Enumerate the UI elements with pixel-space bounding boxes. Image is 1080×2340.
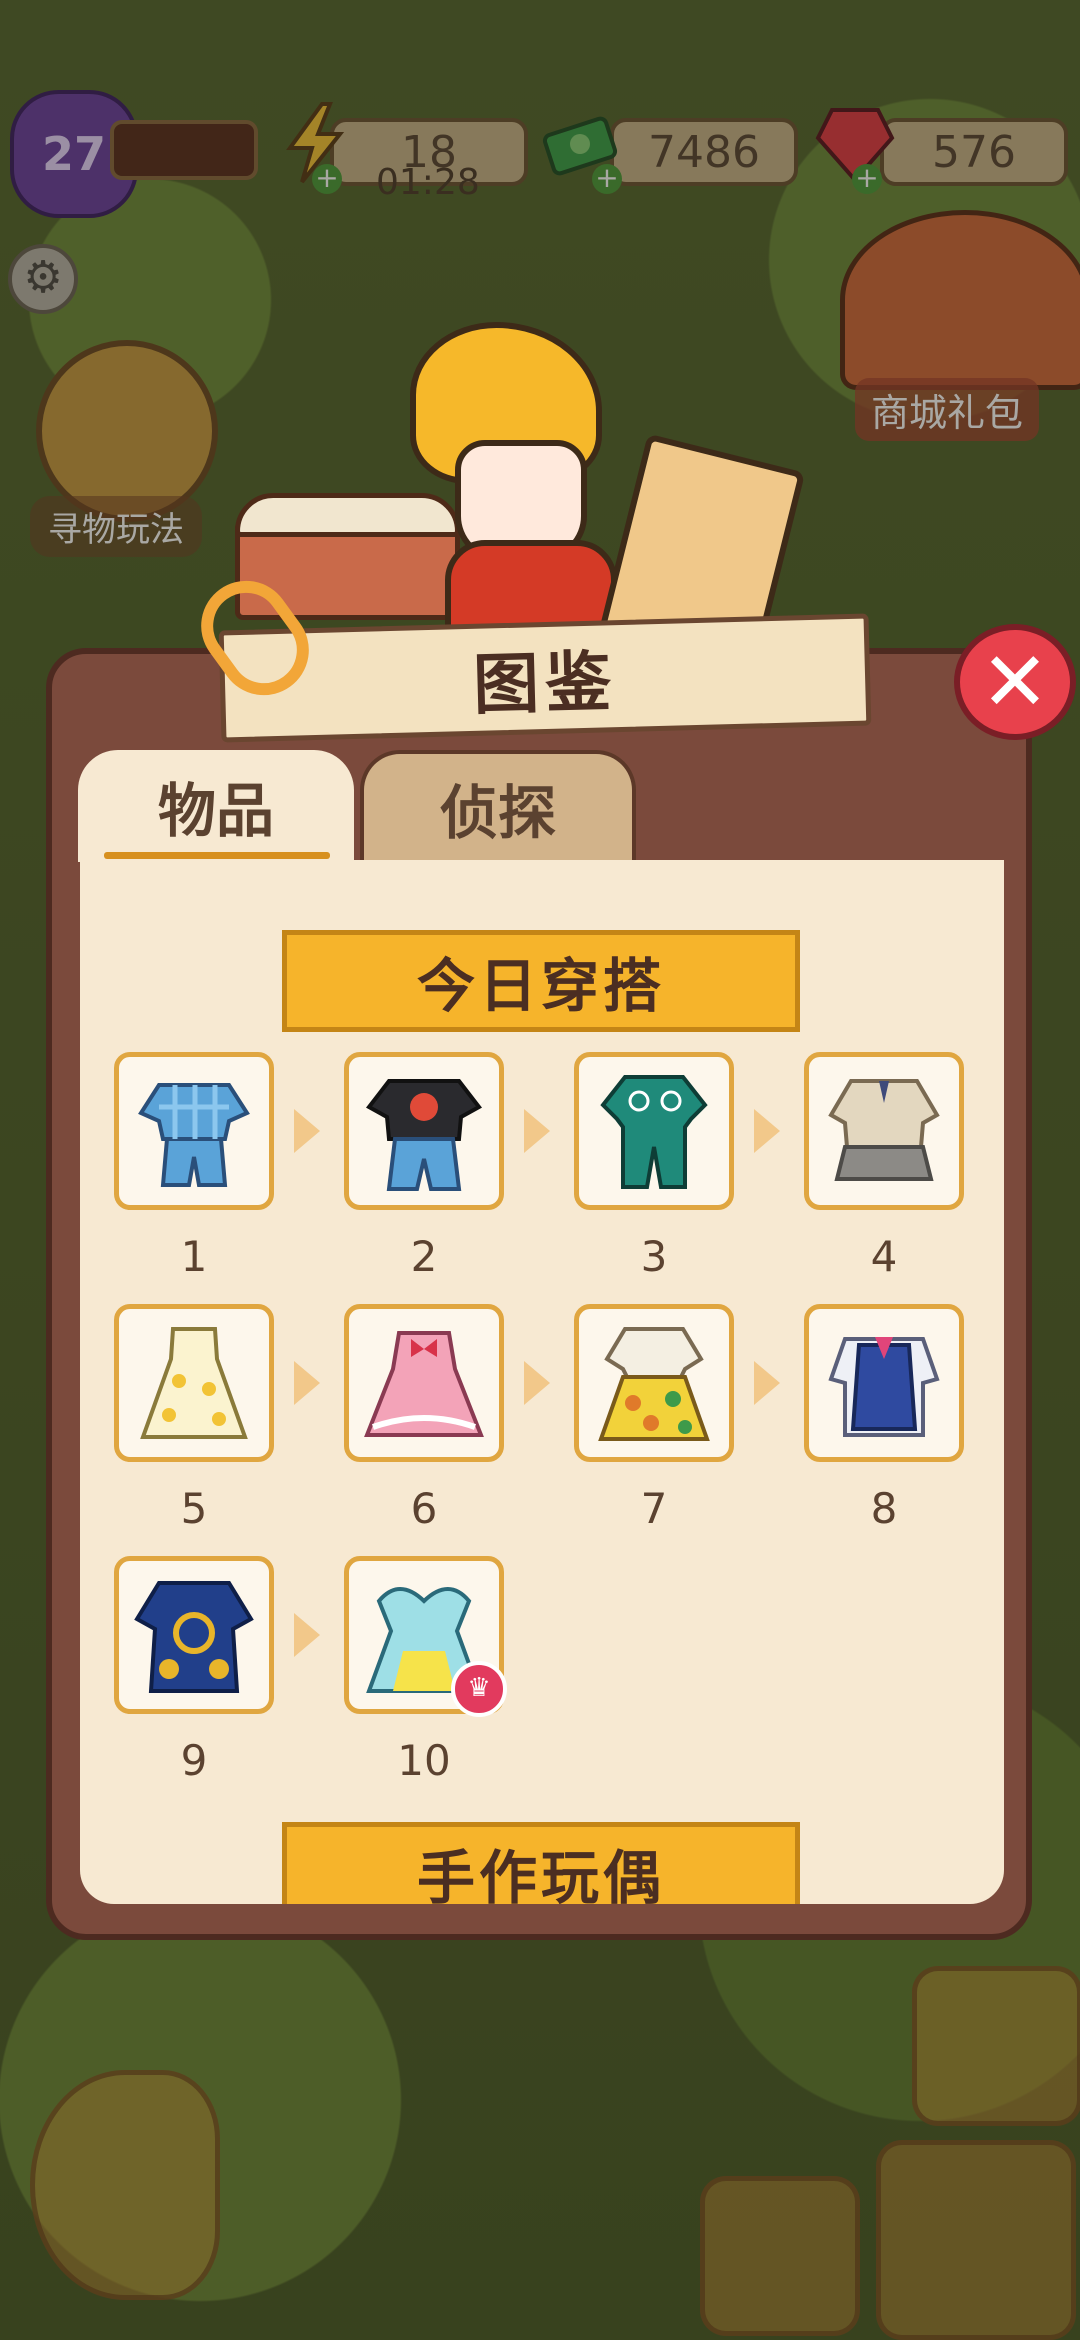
crown-icon: ♛ xyxy=(451,1661,507,1717)
outfit-slot-8[interactable] xyxy=(804,1304,964,1462)
section-title-outfits: 今日穿搭 xyxy=(416,952,665,1020)
section-banner-outfits: 今日穿搭 xyxy=(282,930,800,1032)
outfit-slot-1[interactable] xyxy=(114,1052,274,1210)
detective-character xyxy=(220,310,820,679)
outfit-number: 5 xyxy=(180,1484,208,1533)
close-button[interactable]: ✕ xyxy=(954,624,1076,740)
outfit-number: 7 xyxy=(640,1484,668,1533)
outfit-number: 3 xyxy=(640,1232,668,1281)
outfit-slot-10[interactable]: ♛ xyxy=(344,1556,507,1717)
close-icon: ✕ xyxy=(980,634,1050,730)
outfit-slot-9[interactable] xyxy=(114,1556,274,1714)
next-arrow-icon xyxy=(754,1109,780,1153)
outfit-slot-6[interactable] xyxy=(344,1304,504,1462)
outfit-number: 10 xyxy=(397,1736,451,1785)
pineapple-dress-icon xyxy=(140,1327,248,1439)
outfit-number: 2 xyxy=(410,1232,438,1281)
tab-items[interactable]: 物品 xyxy=(78,750,354,862)
active-tab-indicator xyxy=(104,852,330,859)
outfit-number: 4 xyxy=(870,1232,898,1281)
tab-detective-label: 侦探 xyxy=(439,779,556,847)
pink-lolita-dress-icon xyxy=(364,1331,484,1437)
outfit-number: 6 xyxy=(410,1484,438,1533)
blue-yellow-ethnic-robe-icon xyxy=(134,1581,254,1693)
next-arrow-icon xyxy=(294,1109,320,1153)
blue-vest-uniform-icon xyxy=(828,1337,940,1437)
outfit-slot-4[interactable] xyxy=(804,1052,964,1210)
next-arrow-icon xyxy=(294,1613,320,1657)
next-arrow-icon xyxy=(754,1361,780,1405)
outfit-slot-3[interactable] xyxy=(574,1052,734,1210)
dialog-title: 图鉴 xyxy=(472,643,619,724)
outfit-slot-5[interactable] xyxy=(114,1304,274,1462)
tab-items-label: 物品 xyxy=(157,777,274,845)
tab-detective[interactable]: 侦探 xyxy=(360,750,636,862)
green-tracksuit-icon xyxy=(600,1075,708,1189)
black-tshirt-jeans-icon xyxy=(365,1079,483,1191)
section-title-handmade-dolls: 手作玩偶 xyxy=(416,1844,665,1904)
outfit-number: 9 xyxy=(180,1736,208,1785)
section-banner-handmade-dolls: 手作玩偶 xyxy=(282,1822,800,1904)
floral-skirt-outfit-icon xyxy=(598,1327,710,1441)
blue-plaid-pajamas-icon xyxy=(138,1083,250,1187)
outfit-number: 1 xyxy=(180,1232,208,1281)
beige-school-uniform-icon xyxy=(828,1079,940,1181)
next-arrow-icon xyxy=(524,1109,550,1153)
collection-content[interactable]: 今日穿搭 1 2 3 4 5 6 7 8 9 ♛ 10 手作玩偶 xyxy=(80,860,1004,1904)
outfit-number: 8 xyxy=(870,1484,898,1533)
outfit-slot-7[interactable] xyxy=(574,1304,734,1462)
next-arrow-icon xyxy=(294,1361,320,1405)
outfit-slot-2[interactable] xyxy=(344,1052,504,1210)
next-arrow-icon xyxy=(524,1361,550,1405)
dialog-title-ribbon: 图鉴 xyxy=(218,613,872,743)
